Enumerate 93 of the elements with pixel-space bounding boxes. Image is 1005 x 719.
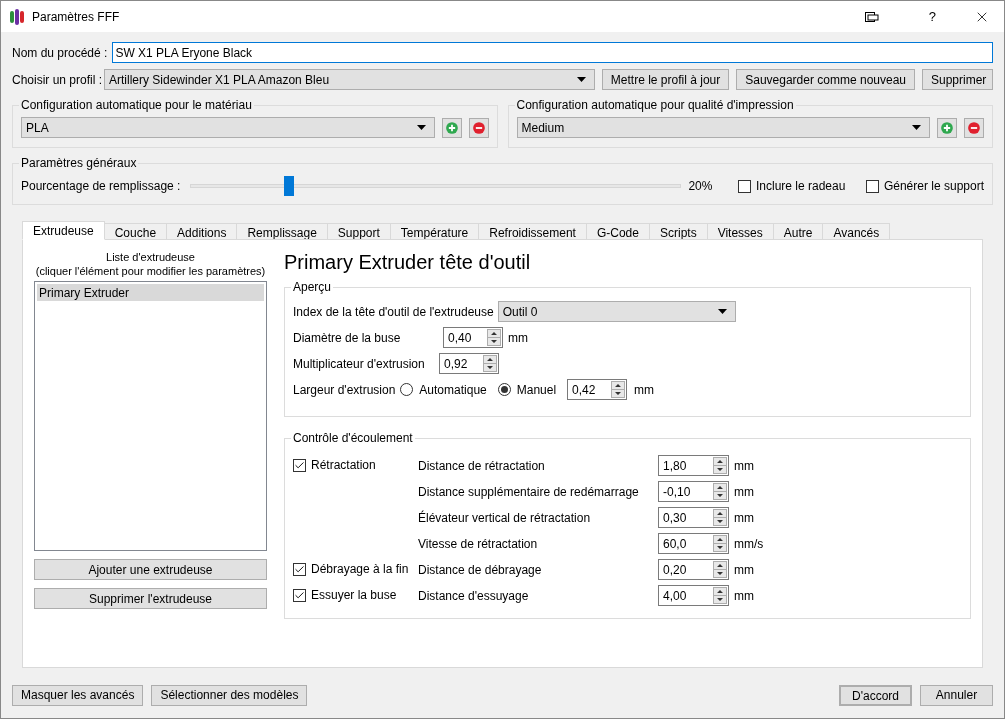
unit-label: mm [634,381,655,399]
footer-button[interactable]: Masquer les avancés [12,684,144,706]
radio-label[interactable]: Automatique [419,380,487,399]
slider-thumb[interactable] [284,176,295,196]
field-label: Distance d'essuyage [418,587,530,605]
checkbox-label[interactable]: Essuyer la buse [311,586,397,604]
spinner-icon [611,381,626,398]
caret-icon [912,125,921,130]
window-title: Paramètres FFF [32,8,120,26]
checkbox-label[interactable]: Rétractation [311,456,376,474]
number-field[interactable]: 0,40 [443,327,503,348]
field-label: Index de la tête d'outil de l'extrudeuse [293,303,494,321]
unit-label: mm [734,561,754,579]
ok-button[interactable]: D'accord [839,684,912,706]
field-label: Largeur d'extrusion [293,381,396,399]
caret-icon [576,77,586,82]
caret-icon [717,309,727,314]
field-label: Nom du procédé : [12,44,108,62]
group-title: Configuration automatique pour qualité d'impression [515,97,795,114]
option-checkbox[interactable] [738,179,751,193]
unit-label: mm [734,587,754,605]
spinner-icon [713,483,727,500]
field-label: Distance de débrayage [418,561,543,579]
dropdown[interactable]: Outil 0 [497,301,736,322]
option-checkbox[interactable] [293,458,306,472]
list-caption: (cliquer l'élément pour modifier les paramètres) [34,264,267,278]
spinner-icon [483,355,497,372]
field-label: Pourcentage de remplissage : [21,178,181,195]
number-field[interactable]: 0,20 [658,559,729,580]
radio-label[interactable]: Manuel [516,380,557,399]
help-button[interactable]: ? [928,6,936,27]
spinner-icon [713,509,727,526]
plus-icon[interactable] [937,117,957,138]
cancel-button[interactable]: Annuler [920,684,993,706]
profile-button[interactable]: Mettre le profil à jour [601,69,730,90]
option-checkbox[interactable] [293,562,306,576]
unit-label: mm [734,483,754,501]
minus-icon[interactable] [964,117,984,138]
unit-label: mm [508,329,528,347]
slider-value: 20% [688,178,714,195]
tab[interactable]: Extrudeuse [22,221,105,240]
unit-label: mm [734,457,754,475]
spinner-icon [713,535,727,552]
list-button[interactable]: Ajouter une extrudeuse [34,559,267,580]
field-label: Multiplicateur d'extrusion [293,355,426,373]
checkmark-icon [294,589,305,601]
spinner-icon [713,457,727,474]
unit-label: mm [734,509,754,527]
touch-mode-icon[interactable] [864,11,879,22]
group-title: Configuration automatique pour le matériau [20,97,253,114]
checkmark-icon [294,563,305,575]
dropdown[interactable]: PLA [21,117,435,138]
number-field[interactable]: 0,30 [658,507,729,528]
option-checkbox[interactable] [293,588,306,602]
spinner-icon [487,329,501,346]
checkbox-label[interactable]: Débrayage à la fin [311,560,409,578]
minus-icon[interactable] [468,117,489,138]
dropdown[interactable]: Medium [516,117,930,138]
number-field[interactable]: -0,10 [658,481,729,502]
group-title: Paramètres généraux [20,155,138,172]
field-label: Élévateur vertical de rétractation [418,509,592,527]
number-field[interactable]: 4,00 [658,585,729,606]
checkbox-label[interactable]: Inclure le radeau [756,177,846,195]
checkbox-label[interactable]: Générer le support [883,177,984,195]
list-button[interactable]: Supprimer l'extrudeuse [34,588,267,609]
caret-icon [416,125,426,130]
spinner-icon [713,561,727,578]
number-field[interactable]: 0,92 [439,353,499,374]
field-label: Vitesse de rétractation [418,535,539,553]
plus-icon[interactable] [441,117,462,138]
number-field[interactable]: 60,0 [658,533,729,554]
checkmark-icon [294,459,305,471]
name-field[interactable]: SW X1 PLA Eryone Black [112,42,993,63]
app-icon [10,8,24,25]
group-title: Aperçu [292,279,333,296]
field-label: Distance de rétractation [418,457,546,475]
group-title: Contrôle d'écoulement [292,430,414,447]
unit-label: mm/s [734,535,764,553]
section-heading: Primary Extruder tête d'outil [284,250,532,274]
dropdown[interactable]: Artillery Sidewinder X1 PLA Amazon Bleu [104,69,595,90]
profile-button[interactable]: Supprimer [922,69,993,90]
number-field[interactable]: 0,42 [567,379,628,400]
profile-button[interactable]: Sauvegarder comme nouveau [736,69,915,90]
list-caption: Liste d'extrudeuse [105,250,196,264]
option-checkbox[interactable] [865,179,879,193]
field-label: Diamètre de la buse [293,329,402,347]
radio-button[interactable] [400,383,414,396]
number-field[interactable]: 1,80 [658,455,729,476]
footer-button[interactable]: Sélectionner des modèles [151,684,308,706]
radio-button[interactable] [497,383,511,396]
list-item[interactable]: Primary Extruder [37,284,264,301]
spinner-icon [713,587,727,604]
field-label: Distance supplémentaire de redémarrage [418,483,640,501]
